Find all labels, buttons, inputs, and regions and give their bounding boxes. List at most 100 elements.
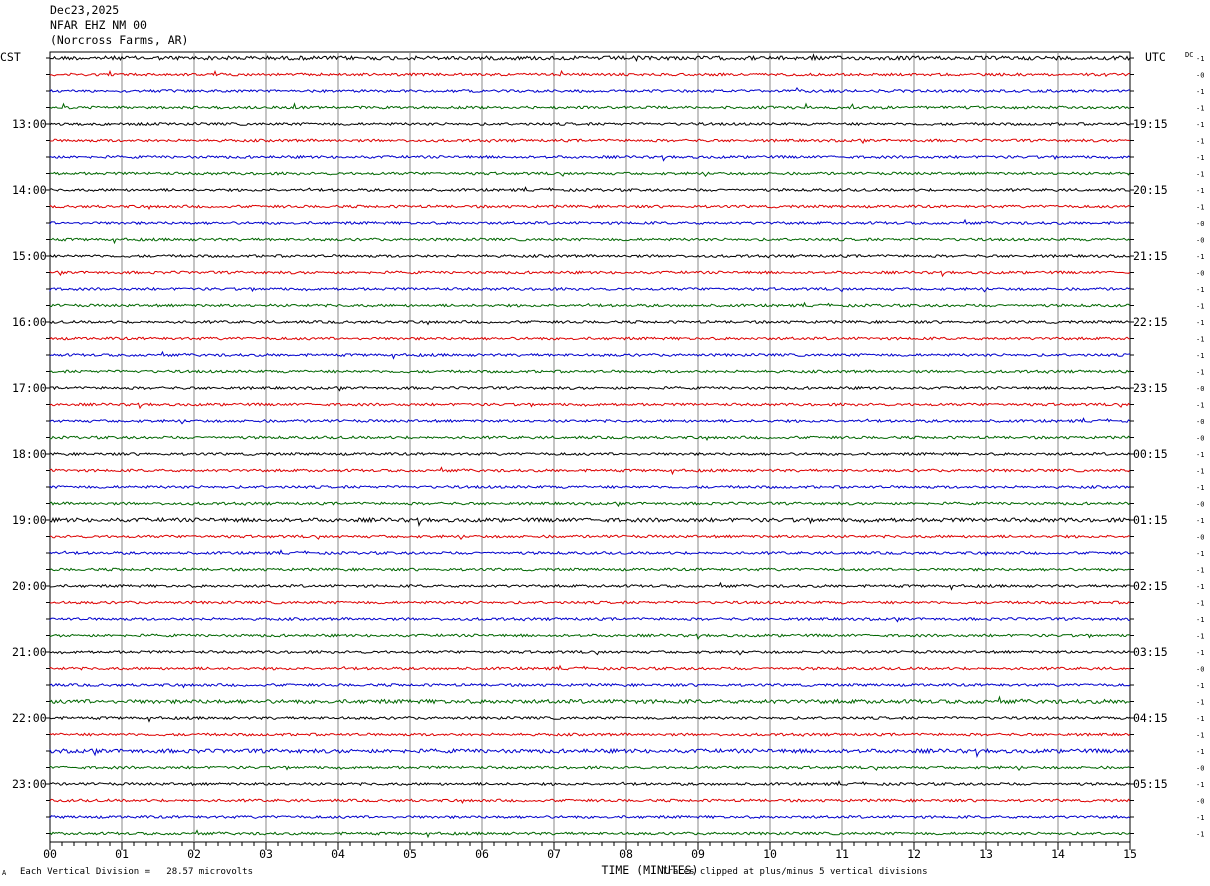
left-hour-label: 18:00 — [12, 447, 47, 461]
dc-offset-value: -0 — [1196, 72, 1204, 80]
dc-offset-value: -0 — [1196, 270, 1204, 278]
right-hour-label: 23:15 — [1133, 381, 1168, 395]
seismic-trace — [49, 484, 1131, 490]
x-tick-label: 03 — [259, 847, 273, 861]
right-hour-label: 01:15 — [1133, 513, 1168, 527]
dc-offset-value: -0 — [1196, 765, 1204, 773]
right-hour-label: 04:15 — [1133, 711, 1168, 725]
dc-offset-value: -1 — [1196, 88, 1204, 96]
seismic-trace — [49, 814, 1131, 820]
seismic-trace — [49, 417, 1131, 425]
right-hour-label: 20:15 — [1133, 183, 1168, 197]
seismic-trace — [49, 747, 1131, 758]
seismic-trace — [49, 402, 1131, 410]
left-hour-label: 15:00 — [12, 249, 47, 263]
seismic-trace — [49, 385, 1131, 392]
left-hour-label: 17:00 — [12, 381, 47, 395]
dc-offset-value: -0 — [1196, 534, 1204, 542]
seismic-trace — [49, 237, 1131, 245]
dc-offset-value: -1 — [1196, 583, 1204, 591]
seismic-trace — [49, 616, 1131, 623]
x-tick-label: 04 — [331, 847, 345, 861]
seismic-trace — [49, 53, 1131, 62]
dc-offset-value: -1 — [1196, 699, 1204, 707]
seismic-trace — [49, 633, 1131, 641]
clip-note: Traces clipped at plus/minus 5 vertical … — [662, 867, 928, 877]
x-tick-label: 02 — [187, 847, 201, 861]
left-hour-label: 13:00 — [12, 117, 47, 131]
seismic-trace — [49, 154, 1131, 162]
scale-note: Each Vertical Division = 28.57 microvolt… — [20, 867, 253, 877]
left-hour-label: 22:00 — [12, 711, 47, 725]
dc-offset-value: -1 — [1196, 468, 1204, 476]
x-tick-label: 10 — [763, 847, 777, 861]
left-hour-label: 19:00 — [12, 513, 47, 527]
left-hour-label: 23:00 — [12, 777, 47, 791]
seismic-trace — [49, 682, 1131, 689]
dc-offset-value: -1 — [1196, 352, 1204, 360]
left-hour-label: 20:00 — [12, 579, 47, 593]
x-tick-label: 11 — [835, 847, 849, 861]
dc-offset-value: -1 — [1196, 781, 1204, 789]
x-tick-label: 12 — [907, 847, 921, 861]
dc-offset-value: -1 — [1196, 336, 1204, 344]
x-tick-label: 09 — [691, 847, 705, 861]
dc-offset-value: -1 — [1196, 567, 1204, 575]
seismic-trace — [49, 732, 1131, 737]
seismic-trace — [49, 664, 1131, 671]
right-hour-label: 03:15 — [1133, 645, 1168, 659]
x-tick-label: 01 — [115, 847, 129, 861]
dc-offset-value: -1 — [1196, 715, 1204, 723]
seismic-trace — [49, 286, 1131, 293]
dc-offset-value: -0 — [1196, 501, 1204, 509]
left-hour-label: 14:00 — [12, 183, 47, 197]
x-tick-label: 14 — [1051, 847, 1065, 861]
seismic-trace — [49, 534, 1131, 541]
seismic-trace — [49, 798, 1131, 804]
x-tick-label: 06 — [475, 847, 489, 861]
dc-offset-value: -0 — [1196, 237, 1204, 245]
dc-offset-value: -1 — [1196, 451, 1204, 459]
seismic-trace — [49, 102, 1131, 110]
dc-offset-value: -0 — [1196, 385, 1204, 393]
corner-mark: A — [2, 869, 7, 877]
seismic-trace — [49, 581, 1130, 591]
dc-offset-value: -1 — [1196, 600, 1204, 608]
dc-offset-value: -1 — [1196, 286, 1204, 294]
helicorder-chart: 00 01 02 03 04 05 06 07 08 09 10 11 12 13 14 15TIME (MI… — [12, 51, 1204, 877]
dc-offset-value: -1 — [1196, 748, 1204, 756]
dc-offset-value: -0 — [1196, 798, 1204, 806]
seismic-trace — [49, 138, 1131, 145]
seismic-trace — [49, 567, 1131, 572]
x-tick-label: 08 — [619, 847, 633, 861]
seismic-trace — [49, 121, 1131, 127]
dc-offset-value: -1 — [1196, 204, 1204, 212]
seismic-trace — [49, 780, 1131, 787]
left-hour-label: 16:00 — [12, 315, 47, 329]
dc-offset-value: -0 — [1196, 666, 1204, 674]
right-hour-label: 05:15 — [1133, 777, 1168, 791]
seismic-trace — [49, 319, 1131, 326]
seismic-trace — [49, 501, 1131, 508]
seismic-trace — [49, 253, 1131, 259]
dc-offset-value: -1 — [1196, 550, 1204, 558]
dc-offset-value: -1 — [1196, 154, 1204, 162]
right-hour-label: 22:15 — [1133, 315, 1168, 329]
seismic-trace — [49, 86, 1131, 94]
seismic-trace — [49, 171, 1131, 178]
dc-offset-value: -1 — [1196, 402, 1204, 410]
seismic-trace — [49, 301, 1131, 308]
dc-offset-value: -1 — [1196, 121, 1204, 129]
seismic-trace — [49, 549, 1131, 557]
right-hour-label: 02:15 — [1133, 579, 1168, 593]
dc-offset-value: -1 — [1196, 319, 1204, 327]
dc-offset-value: -0 — [1196, 435, 1204, 443]
dc-offset-value: -1 — [1196, 187, 1204, 195]
x-tick-label: 05 — [403, 847, 417, 861]
right-hour-label: 19:15 — [1133, 117, 1168, 131]
seismic-trace — [49, 451, 1131, 457]
seismic-trace — [49, 649, 1131, 656]
seismic-trace — [49, 765, 1131, 772]
dc-offset-value: -1 — [1196, 303, 1204, 311]
x-tick-label: 15 — [1123, 847, 1137, 861]
